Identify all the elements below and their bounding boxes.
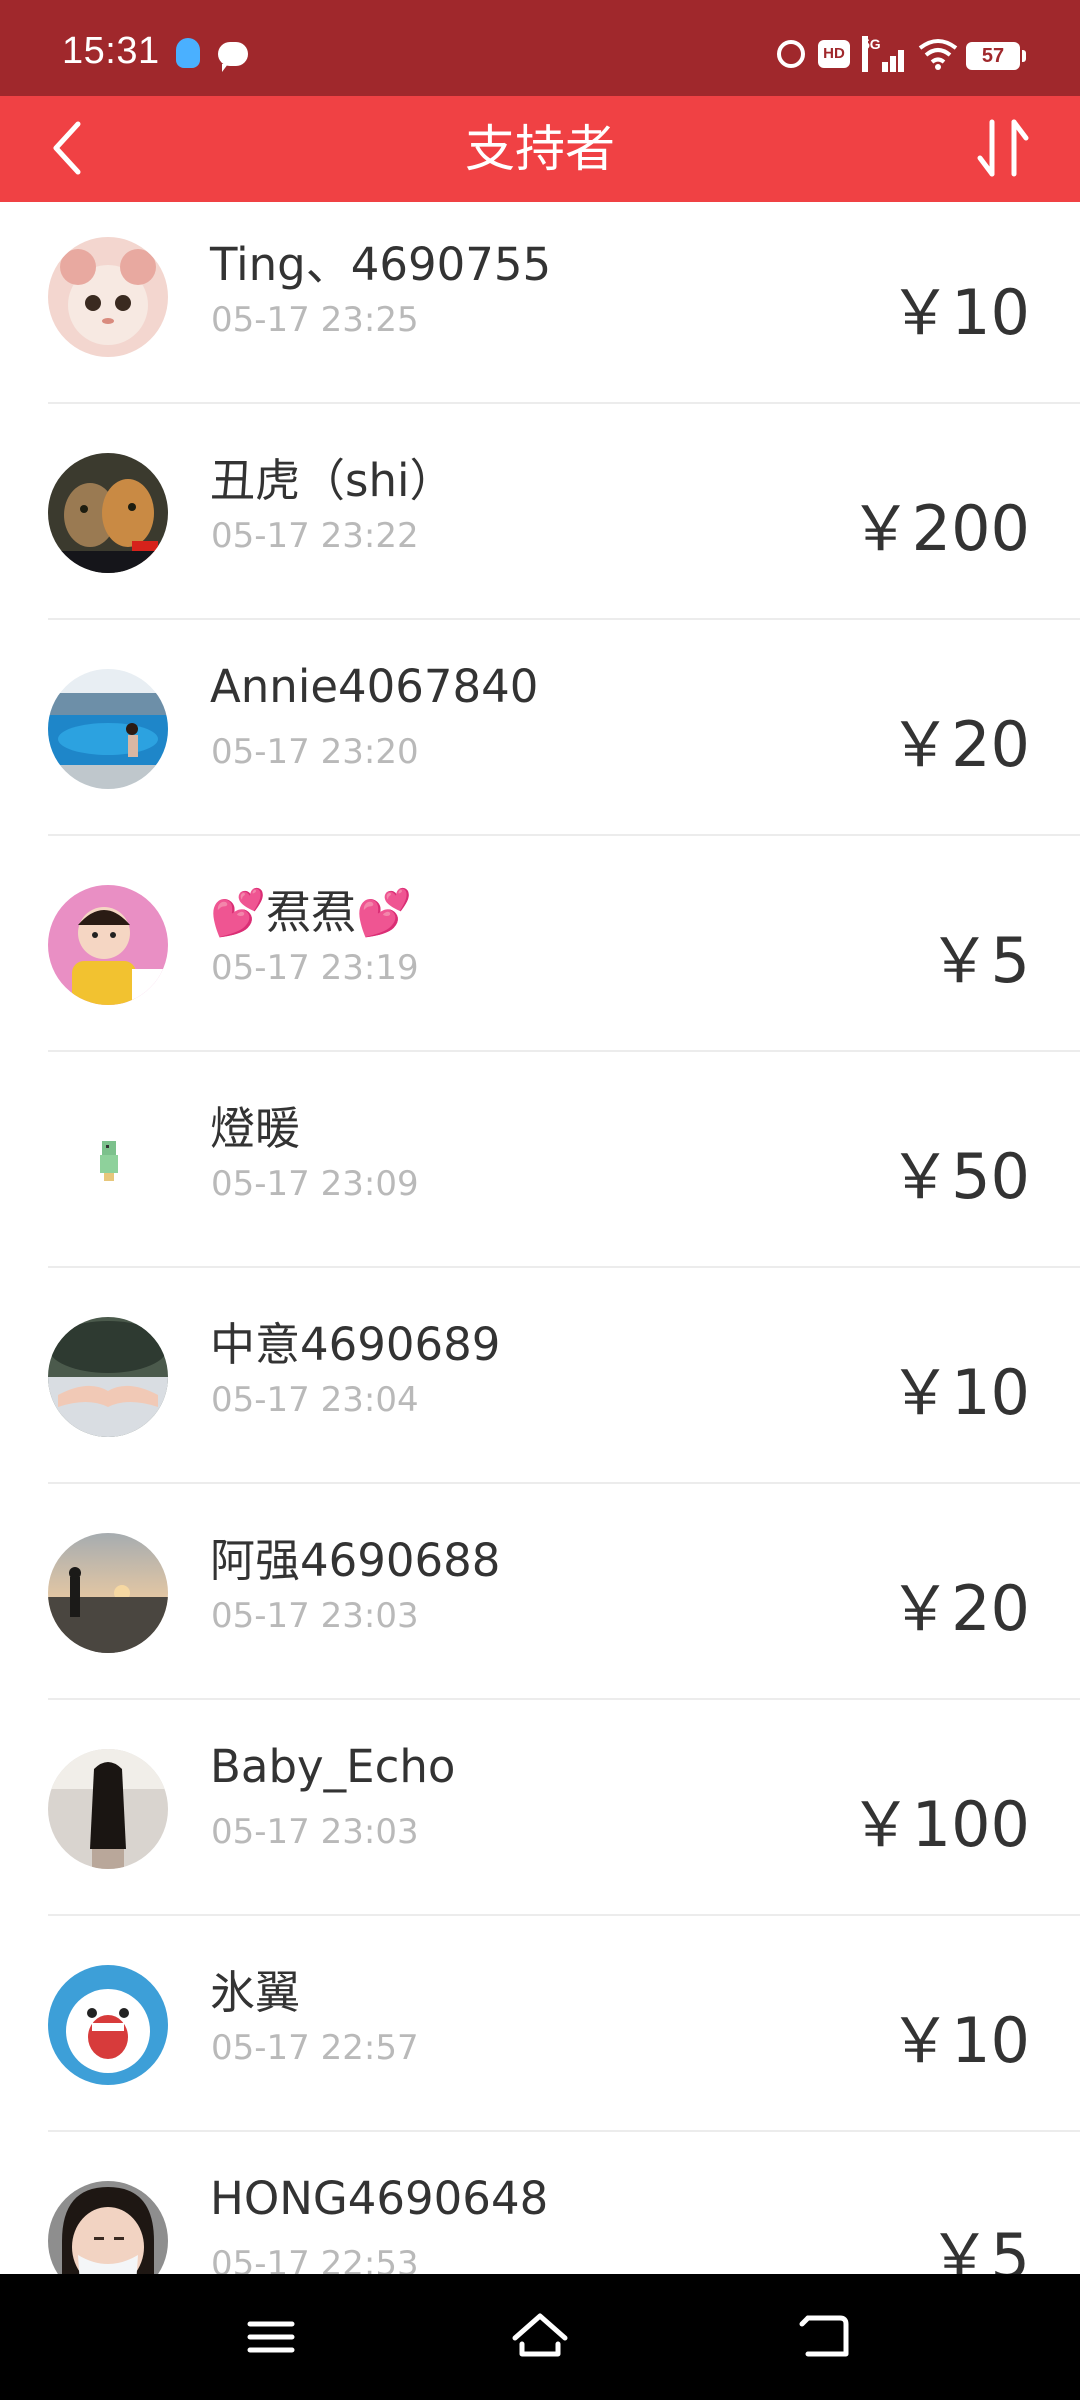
- supporter-amount: ￥200: [849, 492, 1030, 565]
- header-bar: 支持者: [0, 96, 1080, 202]
- avatar: [48, 1965, 168, 2085]
- supporter-name: Ting、4690755: [210, 238, 552, 291]
- supporter-time: 05-17 23:22: [211, 516, 419, 556]
- supporter-time: 05-17 23:03: [211, 1596, 419, 1636]
- wifi-icon: [918, 39, 958, 70]
- supporter-row[interactable]: 阿强4690688 05-17 23:03 ￥20: [0, 1484, 1080, 1700]
- supporter-amount: ￥20: [889, 1572, 1030, 1645]
- supporter-name: 💕焄焄💕: [210, 886, 413, 939]
- supporter-name: 丑虎（shi）: [210, 454, 455, 507]
- avatar: [48, 237, 168, 357]
- supporter-amount: ￥10: [889, 276, 1030, 349]
- supporter-amount: ￥20: [889, 708, 1030, 781]
- supporter-row[interactable]: Baby_Echo 05-17 23:03 ￥100: [0, 1700, 1080, 1916]
- supporter-amount: ￥100: [849, 1788, 1030, 1861]
- avatar: [48, 1101, 168, 1221]
- supporter-row[interactable]: 燈暖 05-17 23:09 ￥50: [0, 1052, 1080, 1268]
- avatar: [48, 885, 168, 1005]
- supporter-name: 燈暖: [210, 1102, 301, 1155]
- system-nav-bar: [0, 2274, 1080, 2400]
- supporter-time: 05-17 22:57: [211, 2028, 419, 2068]
- supporter-time: 05-17 22:53: [211, 2244, 419, 2274]
- back-icon[interactable]: [790, 2304, 860, 2370]
- status-bar: 15:31 HD 5G 57: [0, 0, 1080, 96]
- supporter-amount: ￥10: [889, 2004, 1030, 2077]
- supporter-time: 05-17 23:04: [211, 1380, 419, 1420]
- avatar: [48, 1533, 168, 1653]
- home-icon[interactable]: [505, 2304, 575, 2370]
- supporter-amount: ￥5: [928, 2220, 1030, 2274]
- supporter-row[interactable]: 中意4690689 05-17 23:04 ￥10: [0, 1268, 1080, 1484]
- battery-icon: 57: [966, 42, 1026, 70]
- status-time: 15:31: [62, 30, 160, 72]
- supporter-row[interactable]: HONG4690648 05-17 22:53 ￥5: [0, 2132, 1080, 2274]
- avatar: [48, 453, 168, 573]
- supporter-row[interactable]: Ting、4690755 05-17 23:25 ￥10: [0, 202, 1080, 404]
- supporter-row[interactable]: 💕焄焄💕 05-17 23:19 ￥5: [0, 836, 1080, 1052]
- network-type: 5G: [862, 36, 881, 72]
- alarm-icon: [777, 40, 805, 68]
- avatar: [48, 1317, 168, 1437]
- hd-icon: HD: [818, 40, 850, 68]
- avatar: [48, 669, 168, 789]
- supporter-name: Baby_Echo: [210, 1740, 456, 1793]
- supporter-row[interactable]: 氷翼 05-17 22:57 ￥10: [0, 1916, 1080, 2132]
- supporter-name: 氷翼: [210, 1966, 301, 2019]
- supporter-name: HONG4690648: [210, 2172, 549, 2225]
- sort-icon[interactable]: [970, 110, 1040, 186]
- supporter-time: 05-17 23:20: [211, 732, 419, 772]
- qq-icon: [176, 38, 200, 68]
- supporter-time: 05-17 23:03: [211, 1812, 419, 1852]
- menu-icon[interactable]: [236, 2304, 306, 2370]
- supporter-time: 05-17 23:19: [211, 948, 419, 988]
- supporter-amount: ￥50: [889, 1140, 1030, 1213]
- message-icon: [218, 42, 248, 72]
- supporter-list[interactable]: Ting、4690755 05-17 23:25 ￥10 丑虎（shi） 05-…: [0, 202, 1080, 2274]
- supporter-row[interactable]: 丑虎（shi） 05-17 23:22 ￥200: [0, 404, 1080, 620]
- back-chevron-icon[interactable]: [44, 110, 94, 186]
- avatar: [48, 2181, 168, 2274]
- avatar: [48, 1749, 168, 1869]
- page-title: 支持者: [465, 120, 615, 178]
- supporter-name: 阿强4690688: [210, 1534, 501, 1587]
- supporter-time: 05-17 23:09: [211, 1164, 419, 1204]
- supporter-name: Annie4067840: [210, 660, 539, 713]
- supporter-amount: ￥10: [889, 1356, 1030, 1429]
- supporter-name: 中意4690689: [210, 1318, 501, 1371]
- supporter-time: 05-17 23:25: [211, 300, 419, 340]
- signal-icon: 5G: [862, 36, 908, 72]
- supporter-amount: ￥5: [928, 924, 1030, 997]
- supporter-row[interactable]: Annie4067840 05-17 23:20 ￥20: [0, 620, 1080, 836]
